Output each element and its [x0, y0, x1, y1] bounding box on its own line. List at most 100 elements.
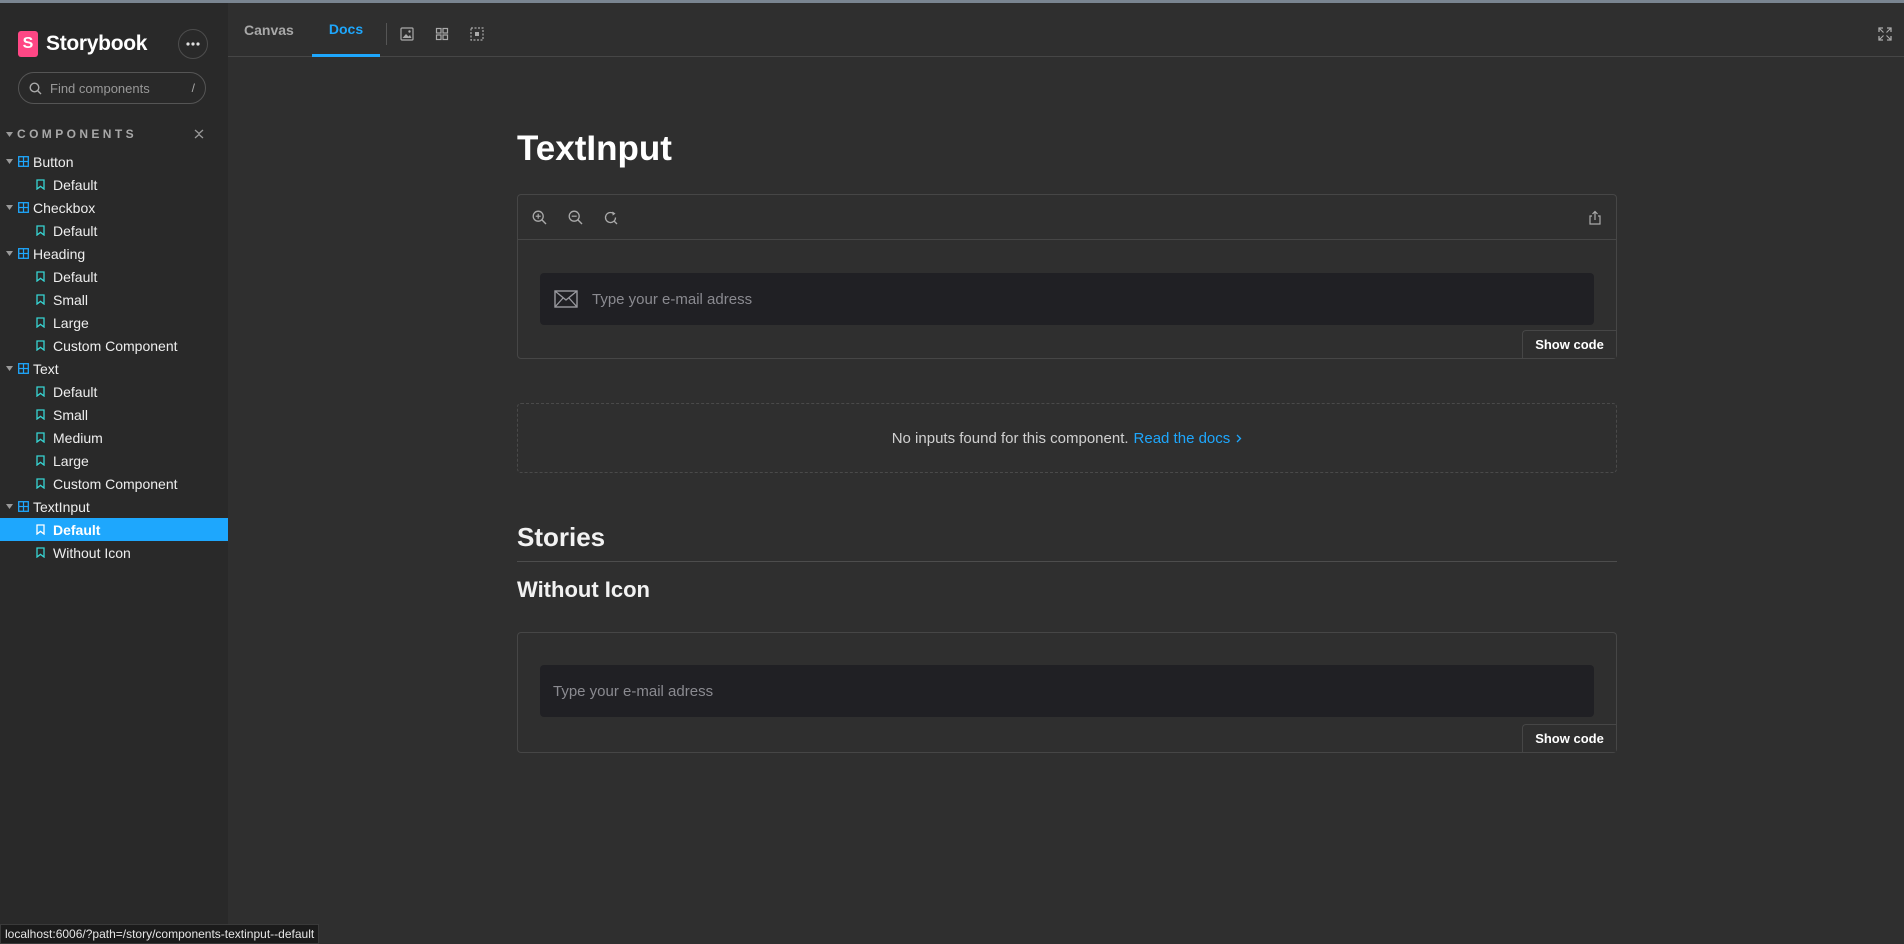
sidebar-item-label: Medium — [53, 429, 103, 446]
sidebar-story-heading-small[interactable]: Small — [0, 288, 228, 311]
read-the-docs-label: Read the docs — [1133, 429, 1231, 447]
tab-canvas[interactable]: Canvas — [244, 3, 294, 57]
stories-divider — [517, 561, 1617, 562]
sidebar-component-button[interactable]: Button — [0, 150, 228, 173]
sidebar-story-heading-custom-component[interactable]: Custom Component — [0, 334, 228, 357]
sidebar-story-text-small[interactable]: Small — [0, 403, 228, 426]
caret-down-icon — [6, 159, 14, 164]
sidebar-story-text-custom-component[interactable]: Custom Component — [0, 472, 228, 495]
sidebar-component-checkbox[interactable]: Checkbox — [0, 196, 228, 219]
bookmark-icon — [36, 294, 45, 305]
ellipsis-icon — [186, 42, 200, 46]
sidebar-story-heading-large[interactable]: Large — [0, 311, 228, 334]
sidebar-item-label: Large — [53, 314, 89, 331]
component-icon — [18, 363, 29, 374]
sidebar-component-textinput[interactable]: TextInput — [0, 495, 228, 518]
show-code-button[interactable]: Show code — [1522, 330, 1616, 358]
components-section-header[interactable]: COMPONENTS — [6, 125, 204, 143]
sidebar-item-label: Button — [33, 153, 74, 170]
storybook-logo-icon: S — [18, 31, 38, 57]
storybook-logo[interactable]: S Storybook — [18, 31, 147, 57]
sidebar-item-label: TextInput — [33, 498, 90, 515]
collapse-all-icon[interactable] — [194, 129, 204, 139]
sidebar-item-label: Default — [53, 176, 98, 193]
grid-icon[interactable] — [435, 27, 449, 41]
toolbar: Canvas Docs — [228, 3, 1904, 57]
bookmark-icon — [36, 547, 45, 558]
story-heading-without-icon: Without Icon — [517, 577, 650, 602]
sidebar-item-label: Default — [53, 222, 98, 239]
bookmark-icon — [36, 317, 45, 328]
sidebar-story-button-default[interactable]: Default — [0, 173, 228, 196]
zoom-out-icon[interactable] — [568, 210, 583, 225]
sidebar-item-label: Custom Component — [53, 337, 178, 354]
sidebar-story-textinput-default[interactable]: Default — [0, 518, 228, 541]
sidebar-item-label: Text — [33, 360, 59, 377]
sidebar-item-label: Checkbox — [33, 199, 96, 216]
sidebar-story-text-large[interactable]: Large — [0, 449, 228, 472]
storybook-app: S Storybook / COMPONENTS Button Default Ch… — [0, 3, 1904, 944]
search-shortcut-hint: / — [191, 81, 195, 95]
email-input-with-icon — [540, 273, 1594, 325]
fullscreen-icon[interactable] — [1878, 27, 1892, 41]
sidebar-component-heading[interactable]: Heading — [0, 242, 228, 265]
email-field[interactable] — [592, 290, 1492, 308]
bookmark-icon — [36, 478, 45, 489]
sidebar-item-label: Default — [53, 521, 101, 538]
show-code-button[interactable]: Show code — [1522, 724, 1616, 752]
sidebar-item-label: Default — [53, 268, 98, 285]
story-preview-without-icon: Show code — [517, 632, 1617, 753]
component-tree: Button Default Checkbox Default Heading Defau… — [0, 150, 228, 564]
sidebar-story-heading-default[interactable]: Default — [0, 265, 228, 288]
sidebar-item-label: Heading — [33, 245, 86, 262]
brand-name: Storybook — [46, 32, 148, 55]
brand-row: S Storybook — [18, 27, 208, 61]
search-icon — [29, 81, 42, 94]
caret-down-icon — [6, 205, 14, 210]
bookmark-icon — [36, 386, 45, 397]
settings-menu-button[interactable] — [178, 29, 208, 59]
sidebar-item-label: Without Icon — [53, 544, 131, 561]
read-the-docs-link[interactable]: Read the docs — [1134, 430, 1231, 447]
sidebar-story-checkbox-default[interactable]: Default — [0, 219, 228, 242]
bookmark-icon — [36, 524, 45, 535]
link-status-bar: localhost:6006/?path=/story/components-t… — [0, 924, 320, 944]
caret-down-icon — [6, 131, 13, 137]
bookmark-icon — [36, 271, 45, 282]
bookmark-icon — [36, 340, 45, 351]
component-icon — [18, 248, 29, 259]
sidebar: S Storybook / COMPONENTS Button Default Ch… — [0, 3, 228, 944]
sidebar-component-text[interactable]: Text — [0, 357, 228, 380]
sidebar-item-label: Custom Component — [53, 475, 178, 492]
sidebar-story-textinput-without-icon[interactable]: Without Icon — [0, 541, 228, 564]
email-field[interactable] — [553, 682, 1453, 700]
main-panel: Canvas Docs TextInput Type your e-mail a… — [228, 3, 1904, 944]
args-table-empty-state: No inputs found for this component. Read… — [517, 403, 1617, 473]
share-icon[interactable] — [1588, 210, 1602, 225]
sidebar-item-label: Large — [53, 452, 89, 469]
sidebar-item-label: Small — [53, 291, 89, 308]
sidebar-story-text-medium[interactable]: Medium — [0, 426, 228, 449]
page-title: TextInput — [517, 129, 672, 168]
image-icon[interactable] — [400, 27, 414, 41]
no-inputs-text: No inputs found for this component. — [891, 429, 1129, 447]
component-icon — [18, 501, 29, 512]
preview-toolbar — [518, 195, 1616, 240]
tab-docs[interactable]: Docs — [312, 3, 380, 57]
outline-icon[interactable] — [470, 27, 484, 41]
component-icon — [18, 156, 29, 167]
bookmark-icon — [36, 225, 45, 236]
zoom-in-icon[interactable] — [532, 210, 547, 225]
primary-story-preview: Show code — [517, 194, 1617, 359]
search-input[interactable] — [50, 80, 170, 96]
reset-zoom-icon[interactable] — [603, 210, 618, 225]
bookmark-icon — [36, 455, 45, 466]
bookmark-icon — [36, 432, 45, 443]
component-search: / — [18, 72, 206, 104]
sidebar-story-text-default[interactable]: Default — [0, 380, 228, 403]
chevron-right-icon — [1236, 434, 1242, 443]
sidebar-item-label: Default — [53, 383, 98, 400]
caret-down-icon — [6, 504, 14, 509]
email-input-without-icon — [540, 665, 1594, 717]
section-label: COMPONENTS — [17, 127, 138, 141]
